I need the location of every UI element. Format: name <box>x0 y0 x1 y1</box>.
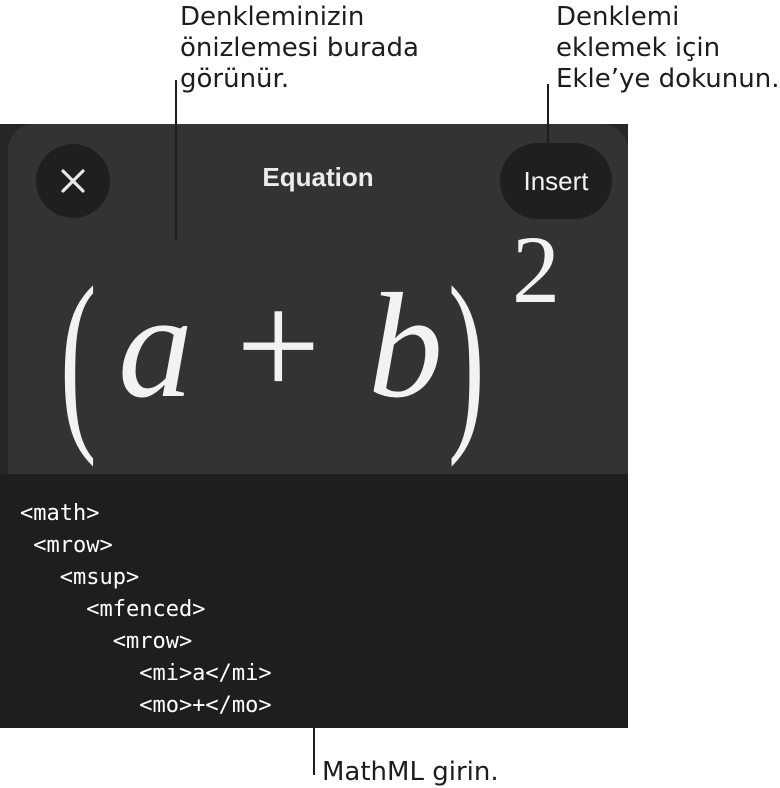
equation-open-paren: ( <box>60 246 97 468</box>
leader-line-mathml <box>313 720 315 775</box>
equation-var-b: b <box>368 263 443 429</box>
equation-sheet: Equation Insert ( a + b ) 2 <box>8 124 628 474</box>
callout-preview: Denkleminizin önizlemesi burada görünür. <box>180 2 419 95</box>
mathml-line: <math> <box>20 501 100 526</box>
mathml-line: <mfenced> <box>20 597 206 622</box>
callout-insert: Denklemi eklemek için Ekle’ye dokunun. <box>556 2 779 95</box>
mathml-line: <mrow> <box>20 629 193 654</box>
callout-insert-line-1: Denklemi <box>556 2 680 32</box>
mathml-line: <msup> <box>20 565 140 590</box>
mathml-line: <mrow> <box>20 533 113 558</box>
equation-exponent: 2 <box>512 216 560 323</box>
equation-var-a: a <box>118 263 193 429</box>
callout-preview-line-2: önizlemesi burada <box>180 33 419 63</box>
callout-insert-line-2: eklemek için <box>556 33 721 63</box>
mathml-editor[interactable]: <math> <mrow> <msup> <mfenced> <mrow> <m… <box>0 474 628 728</box>
callout-preview-line-3: görünür. <box>180 64 290 94</box>
equation-close-paren: ) <box>448 246 485 468</box>
leader-line-preview <box>175 80 177 240</box>
callout-preview-line-1: Denkleminizin <box>180 2 365 32</box>
equation-operator: + <box>236 263 321 429</box>
equation-dialog: Equation Insert ( a + b ) 2 <math> <mrow… <box>0 124 628 728</box>
callout-insert-line-3: Ekle’ye dokunun. <box>556 64 780 94</box>
leader-line-insert <box>547 84 549 144</box>
callout-mathml: MathML girin. <box>322 757 499 787</box>
mathml-line: <mo>+</mo> <box>20 693 272 718</box>
mathml-line: <mi>a</mi> <box>20 661 272 686</box>
equation-preview: ( a + b ) 2 <box>60 216 560 468</box>
